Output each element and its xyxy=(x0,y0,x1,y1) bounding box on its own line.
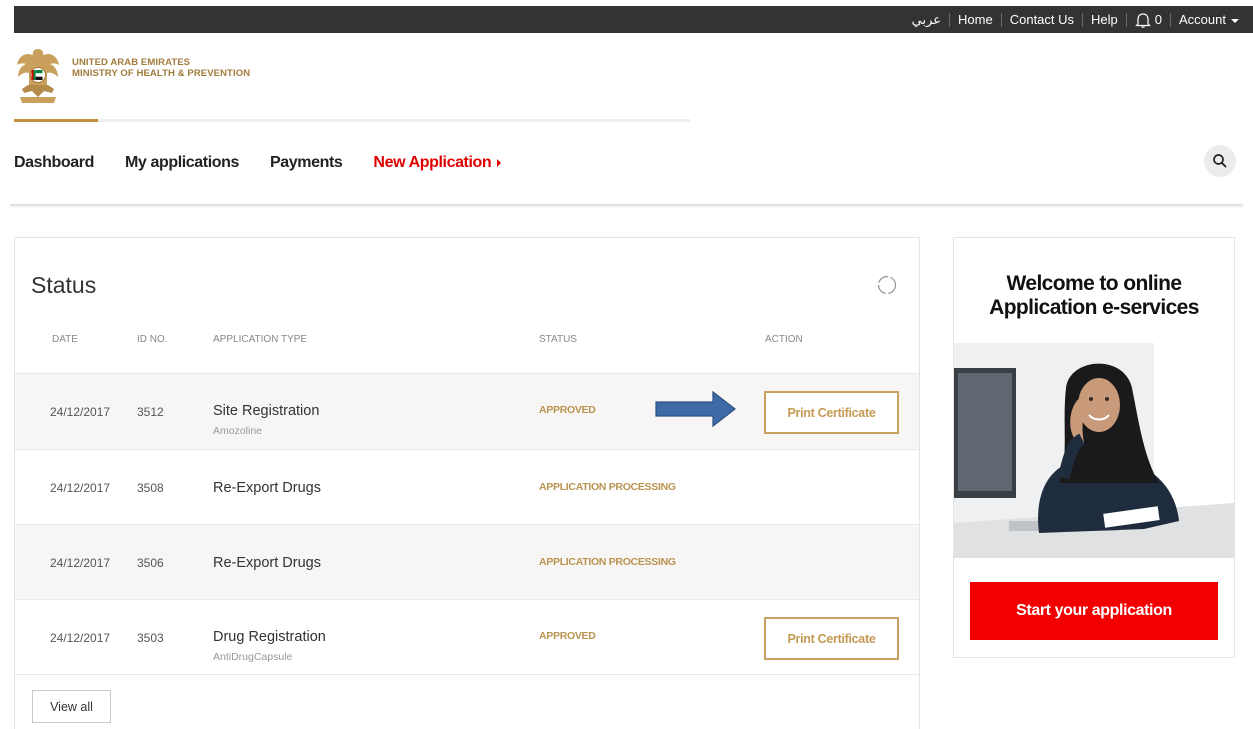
search-button[interactable] xyxy=(1204,145,1236,177)
row-application-type: Re-Export Drugs xyxy=(213,555,321,571)
welcome-title-line-2: Application e-services xyxy=(989,296,1199,319)
row-date: 24/12/2017 xyxy=(50,405,111,419)
row-status: APPLICATION PROCESSING xyxy=(539,481,676,493)
nav-divider xyxy=(10,204,1243,206)
chevron-right-icon xyxy=(497,159,502,167)
row-date: 24/12/2017 xyxy=(50,556,111,570)
row-subtitle: AntiDrugCapsule xyxy=(213,651,293,663)
language-link[interactable]: عربي xyxy=(912,12,941,28)
arrow-right-icon xyxy=(655,390,736,428)
header-divider-accent xyxy=(14,119,98,122)
help-link[interactable]: Help xyxy=(1091,12,1118,27)
row-application-type: Re-Export Drugs xyxy=(213,480,321,496)
welcome-card: Welcome to online Application e-services… xyxy=(953,237,1235,658)
table-row: 24/12/2017 3503 Drug Registration AntiDr… xyxy=(15,599,919,675)
notification-count: 0 xyxy=(1154,12,1163,27)
contact-us-link[interactable]: Contact Us xyxy=(1010,12,1074,27)
divider xyxy=(1170,12,1172,27)
welcome-title: Welcome to online Application e-services xyxy=(954,272,1234,320)
search-icon xyxy=(1213,154,1227,168)
row-status: APPLICATION PROCESSING xyxy=(539,556,676,568)
logo-line-1: UNITED ARAB EMIRATES xyxy=(72,57,191,68)
logo-line-2: MINISTRY OF HEALTH & PREVENTION xyxy=(72,68,251,79)
refresh-icon[interactable] xyxy=(876,274,898,296)
table-row: 24/12/2017 3506 Re-Export Drugs APPLICAT… xyxy=(15,524,919,600)
welcome-title-line-1: Welcome to online xyxy=(1006,272,1183,295)
print-certificate-button[interactable]: Print Certificate xyxy=(764,391,899,434)
home-link[interactable]: Home xyxy=(958,12,993,27)
row-application-type: Site Registration xyxy=(213,403,320,419)
account-menu[interactable]: Account xyxy=(1179,12,1239,27)
account-label: Account xyxy=(1179,12,1226,27)
welcome-photo xyxy=(954,343,1234,558)
chevron-down-icon xyxy=(1231,18,1239,23)
nav-new-application[interactable]: New Application xyxy=(373,154,502,172)
status-card: Status DATE ID NO. APPLICATION TYPE STAT… xyxy=(14,237,920,729)
nav-new-application-label: New Application xyxy=(373,154,492,171)
notifications-button[interactable]: 0 xyxy=(1134,11,1163,28)
column-id: ID NO. xyxy=(137,334,168,345)
row-status: APPROVED xyxy=(539,404,596,416)
column-application-type: APPLICATION TYPE xyxy=(213,334,308,345)
nav-payments[interactable]: Payments xyxy=(270,154,343,172)
status-title: Status xyxy=(31,272,97,298)
row-id: 3506 xyxy=(137,556,164,570)
row-date: 24/12/2017 xyxy=(50,481,111,495)
divider xyxy=(1000,12,1002,27)
row-subtitle: Amozoline xyxy=(213,425,263,437)
table-row: 24/12/2017 3508 Re-Export Drugs APPLICAT… xyxy=(15,449,919,525)
nav-dashboard[interactable]: Dashboard xyxy=(14,154,94,172)
row-id: 3503 xyxy=(137,631,164,645)
divider xyxy=(1082,12,1084,27)
ministry-name: UNITED ARAB EMIRATES MINISTRY OF HEALTH … xyxy=(72,57,250,79)
print-certificate-button[interactable]: Print Certificate xyxy=(764,617,899,660)
column-date: DATE xyxy=(52,334,78,345)
divider xyxy=(949,12,951,27)
ministry-logo[interactable]: UNITED ARAB EMIRATES MINISTRY OF HEALTH … xyxy=(14,45,250,107)
view-all-button[interactable]: View all xyxy=(32,690,111,723)
top-utility-links: عربي Home Contact Us Help 0 Account xyxy=(912,6,1239,33)
column-status: STATUS xyxy=(539,334,577,345)
bell-icon xyxy=(1134,13,1151,28)
top-utility-bar: عربي Home Contact Us Help 0 Account xyxy=(0,0,1253,33)
divider xyxy=(1125,12,1127,27)
row-id: 3508 xyxy=(137,481,164,495)
main-nav: Dashboard My applications Payments New A… xyxy=(14,154,532,172)
header-divider xyxy=(14,119,690,122)
table-end-divider xyxy=(15,674,919,675)
row-status: APPROVED xyxy=(539,630,596,642)
start-application-button[interactable]: Start your application xyxy=(970,582,1218,640)
row-application-type: Drug Registration xyxy=(213,629,326,645)
nav-my-applications[interactable]: My applications xyxy=(125,154,239,172)
table-row: 24/12/2017 3512 Site Registration Amozol… xyxy=(15,373,919,449)
uae-emblem-icon xyxy=(17,49,59,103)
column-action: ACTION xyxy=(765,334,803,345)
row-date: 24/12/2017 xyxy=(50,631,111,645)
row-id: 3512 xyxy=(137,405,164,419)
